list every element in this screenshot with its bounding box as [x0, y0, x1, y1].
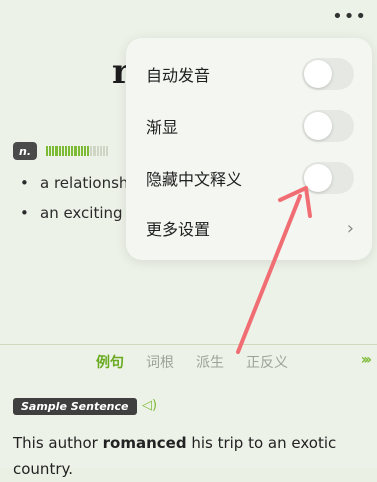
- highlighted-word: romanced: [102, 434, 187, 452]
- frequency-segment: [55, 146, 58, 156]
- tab-roots[interactable]: 词根: [146, 352, 174, 372]
- hide-chinese-toggle[interactable]: [302, 162, 354, 194]
- speaker-icon[interactable]: ◁): [142, 398, 157, 413]
- menu-item-label: 更多设置: [146, 220, 211, 239]
- menu-item-label: 自动发音: [146, 66, 211, 85]
- frequency-segment: [58, 146, 61, 156]
- frequency-segment: [102, 146, 105, 156]
- frequency-segment: [64, 146, 68, 156]
- frequency-bar: [46, 146, 109, 156]
- frequency-segment: [52, 146, 55, 156]
- frequency-segment: [105, 146, 109, 156]
- frequency-segment: [99, 146, 102, 156]
- sample-sentence: This author romanced his trip to an exot…: [13, 430, 363, 482]
- more-icon[interactable]: •••: [332, 8, 367, 26]
- sample-sentence-badge: Sample Sentence: [13, 398, 137, 415]
- chevron-right-icon: ›: [346, 217, 354, 239]
- frequency-segment: [96, 146, 99, 156]
- frequency-segment: [61, 146, 64, 156]
- menu-item-label: 隐藏中文释义: [146, 170, 243, 189]
- part-of-speech-badge: n.: [13, 142, 37, 160]
- frequency-segment: [77, 146, 80, 156]
- menu-item-more-settings[interactable]: 更多设置 ›: [146, 210, 354, 246]
- tab-derivatives[interactable]: 派生: [196, 352, 224, 372]
- chevron-right-icon[interactable]: ›››: [361, 352, 372, 368]
- frequency-segment: [83, 146, 87, 156]
- menu-item-fade-in[interactable]: 渐显: [146, 108, 354, 144]
- sentence-part: This author: [13, 434, 103, 452]
- tab-examples[interactable]: 例句: [96, 352, 124, 372]
- tab-synonyms-antonyms[interactable]: 正反义: [246, 352, 288, 372]
- fade-in-toggle[interactable]: [302, 110, 354, 142]
- frequency-segment: [87, 146, 90, 156]
- frequency-segment: [80, 146, 83, 156]
- divider: [0, 344, 377, 345]
- detail-tabs: 例句 词根 派生 正反义: [96, 352, 288, 372]
- frequency-segment: [49, 146, 52, 156]
- settings-popup-menu: 自动发音 渐显 隐藏中文释义 更多设置 ›: [126, 38, 372, 260]
- frequency-segment: [93, 146, 96, 156]
- auto-pronounce-toggle[interactable]: [302, 58, 354, 90]
- frequency-segment: [90, 146, 93, 156]
- menu-item-auto-pronounce[interactable]: 自动发音: [146, 56, 354, 92]
- frequency-segment: [74, 146, 77, 156]
- menu-item-hide-chinese[interactable]: 隐藏中文释义: [146, 160, 354, 196]
- frequency-segment: [46, 146, 49, 156]
- frequency-segment: [68, 146, 71, 156]
- menu-item-label: 渐显: [146, 118, 179, 137]
- frequency-segment: [71, 146, 74, 156]
